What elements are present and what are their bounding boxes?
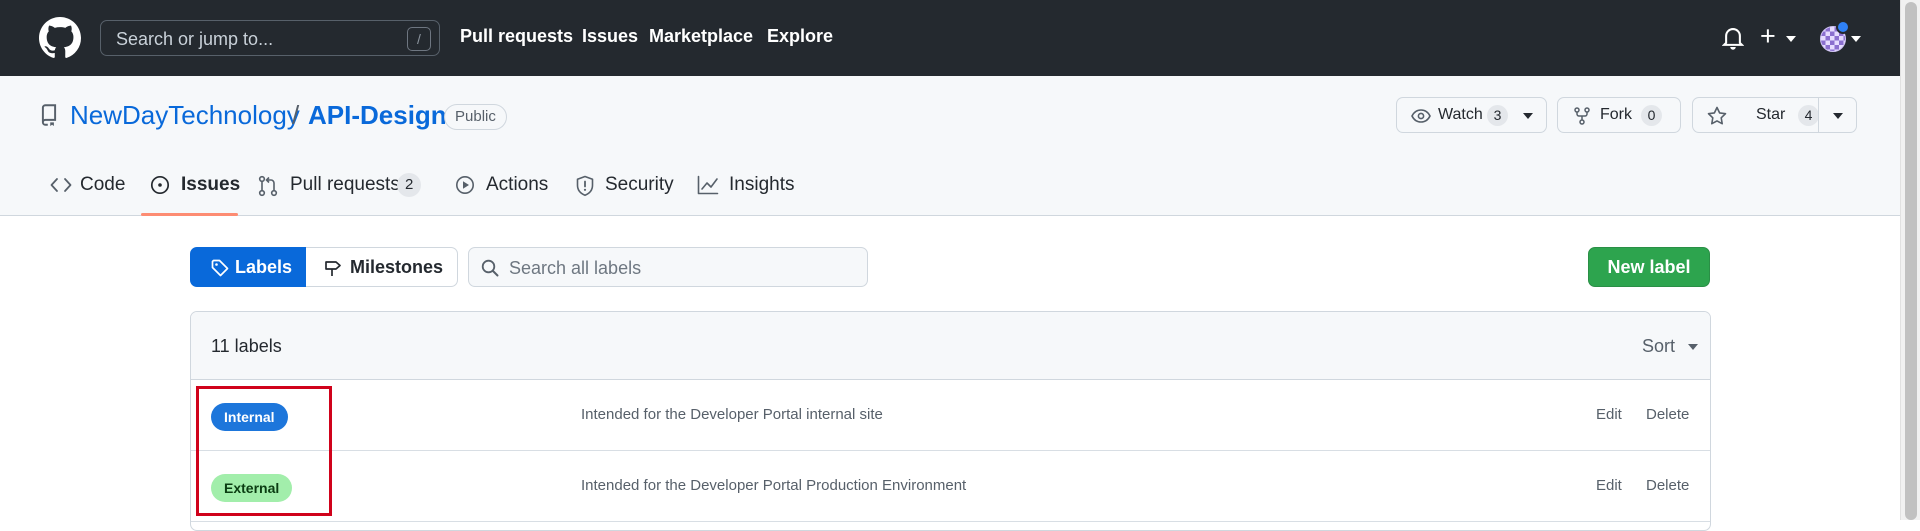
avatar-menu-caret-icon[interactable]	[1851, 36, 1861, 42]
nav-issues[interactable]: Issues	[582, 26, 638, 47]
milestones-tab-button[interactable]: Milestones	[306, 247, 458, 287]
milestones-tab-label: Milestones	[350, 257, 444, 277]
milestone-icon	[325, 261, 341, 276]
star-count: 4	[1798, 105, 1819, 126]
watch-caret-icon	[1523, 113, 1533, 119]
search-labels-placeholder: Search all labels	[509, 258, 642, 278]
labels-tab-label: Labels	[235, 257, 293, 277]
git-pull-request-icon	[258, 175, 278, 197]
label-description: Intended for the Developer Portal Produc…	[581, 477, 967, 494]
repo-icon	[41, 104, 57, 126]
star-button-group: Star 4	[1692, 97, 1857, 133]
repository-header: NewDayTechnology / API-Design Public Wat…	[0, 76, 1900, 216]
repo-name-link[interactable]: API-Design	[308, 100, 447, 131]
star-icon[interactable]	[1707, 106, 1727, 126]
label-row: Internal Intended for the Developer Port…	[191, 380, 1710, 451]
shield-icon	[576, 175, 594, 197]
nav-marketplace[interactable]: Marketplace	[649, 26, 753, 47]
watch-count: 3	[1487, 105, 1508, 126]
delete-label-button[interactable]: Delete	[1646, 406, 1689, 423]
labels-list: 11 labels Sort Internal Intended for the…	[190, 311, 1711, 531]
fork-label: Fork	[1600, 106, 1632, 123]
tab-actions-label: Actions	[486, 174, 549, 195]
play-icon	[456, 176, 474, 194]
page-scrollbar[interactable]	[1900, 0, 1920, 520]
active-tab-underline	[141, 213, 238, 216]
star-list-caret-icon[interactable]	[1833, 113, 1843, 119]
avatar-status-dot	[1836, 20, 1850, 34]
labels-list-header: 11 labels Sort	[191, 312, 1710, 380]
new-label-button[interactable]: New label	[1588, 247, 1710, 287]
nav-explore[interactable]: Explore	[767, 26, 833, 47]
tab-insights-label: Insights	[729, 174, 795, 195]
eye-icon	[1411, 109, 1431, 123]
pull-requests-count: 2	[397, 173, 422, 197]
nav-pull-requests[interactable]: Pull requests	[460, 26, 573, 47]
repo-forked-icon	[1574, 107, 1590, 125]
tab-issues-label: Issues	[181, 174, 241, 195]
watch-label: Watch	[1438, 106, 1483, 123]
tab-code-label: Code	[80, 174, 126, 195]
label-description: Intended for the Developer Portal intern…	[581, 406, 883, 423]
fork-count: 0	[1641, 105, 1662, 126]
issue-opened-icon	[150, 175, 170, 195]
star-divider	[1818, 98, 1819, 132]
graph-icon	[697, 175, 719, 195]
global-header: Search or jump to... / Pull requests Iss…	[0, 0, 1900, 76]
edit-label-button[interactable]: Edit	[1596, 477, 1622, 494]
labels-tab-button[interactable]: Labels	[190, 247, 306, 287]
search-icon	[481, 259, 499, 277]
global-search-input[interactable]: Search or jump to... /	[100, 20, 440, 56]
label-row: External Intended for the Developer Port…	[191, 451, 1710, 522]
code-icon	[50, 178, 72, 192]
fork-button[interactable]: Fork 0	[1557, 97, 1681, 133]
labels-count: 11 labels	[211, 336, 282, 356]
notifications-bell-icon[interactable]	[1722, 26, 1744, 50]
edit-label-button[interactable]: Edit	[1596, 406, 1622, 423]
repo-path-separator: /	[292, 100, 300, 130]
annotation-highlight-box	[196, 386, 332, 516]
delete-label-button[interactable]: Delete	[1646, 477, 1689, 494]
search-placeholder: Search or jump to...	[116, 29, 274, 49]
tab-pull-requests-label: Pull requests	[290, 174, 400, 195]
create-menu-caret-icon[interactable]	[1786, 36, 1796, 42]
slash-shortcut-key: /	[407, 27, 431, 51]
star-label[interactable]: Star	[1756, 106, 1785, 124]
visibility-badge: Public	[444, 104, 507, 130]
search-labels-input[interactable]: Search all labels	[468, 247, 868, 287]
watch-button[interactable]: Watch 3	[1396, 97, 1547, 133]
sort-caret-icon[interactable]	[1688, 344, 1698, 350]
scrollbar-thumb[interactable]	[1905, 2, 1917, 520]
create-new-plus-icon[interactable]: +	[1760, 23, 1776, 50]
github-logo-icon[interactable]	[39, 17, 81, 59]
tag-icon	[211, 259, 229, 277]
repo-owner-link[interactable]: NewDayTechnology	[70, 100, 300, 131]
tab-security-label: Security	[605, 174, 674, 195]
sort-dropdown[interactable]: Sort	[1642, 336, 1675, 357]
